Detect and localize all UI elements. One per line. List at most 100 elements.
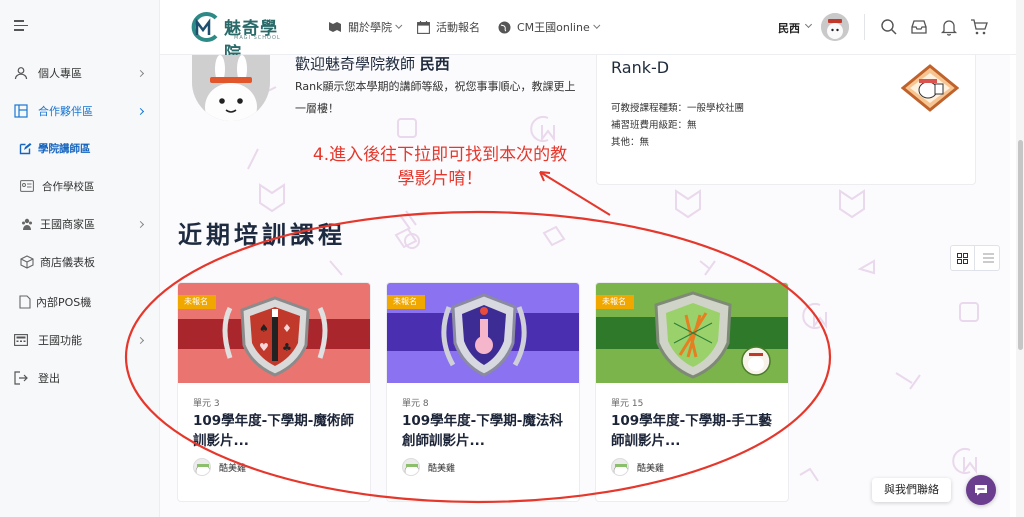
rank-course-types: 可教授課程種類：一般學校社團: [611, 103, 745, 114]
author-name: 酷美雞: [637, 463, 665, 474]
sidebar-item-label: 王國商家區: [40, 218, 95, 231]
grid-view-icon[interactable]: [951, 246, 975, 270]
search-icon[interactable]: [880, 18, 898, 36]
course-author: 酷美雞: [193, 458, 246, 476]
rank-tuition-range: 補習班費用級距：無: [611, 120, 697, 131]
sidebar-item-dashboard[interactable]: 商店儀表板: [0, 247, 159, 277]
people-icon: [20, 217, 34, 231]
author-name: 酷美雞: [428, 463, 456, 474]
course-unit: 單元 8: [402, 399, 429, 409]
sidebar-item-partners[interactable]: 合作夥伴區: [0, 96, 159, 126]
user-icon: [14, 66, 28, 80]
course-card[interactable]: 未報名 單元 15 109學年度-下學期-手工藝師訓影片... 酷美雞: [595, 282, 789, 502]
header-divider: [864, 14, 865, 40]
sidebar-item-label: 王國功能: [38, 334, 82, 347]
section-title: 近期培訓課程: [178, 221, 346, 249]
rank-badge-icon: [901, 64, 959, 112]
svg-text:♥: ♥: [259, 341, 269, 354]
course-card[interactable]: ♠ ♦ ♥ ♣ 未報名 單元 3 109學年度-下學期-魔術師訓影片... 酷美…: [177, 282, 371, 502]
svg-text:♠: ♠: [259, 322, 269, 335]
user-name[interactable]: 民西: [778, 20, 800, 36]
box-icon: [20, 255, 34, 269]
status-badge: 未報名: [387, 295, 425, 309]
chevron-right-icon: [136, 69, 145, 77]
course-unit: 單元 15: [611, 399, 644, 409]
nav-about[interactable]: 關於學院: [328, 19, 403, 35]
chevron-right-icon: [136, 336, 145, 344]
calendar-icon: [417, 20, 430, 34]
sidebar-item-instructors[interactable]: 學院講師區: [0, 133, 159, 163]
status-badge: 未報名: [596, 295, 634, 309]
cart-icon[interactable]: [970, 18, 988, 36]
sidebar-item-personal[interactable]: 個人專區: [0, 58, 159, 88]
course-card[interactable]: 未報名 單元 8 109學年度-下學期-魔法科創師訓影片... 酷美雞: [386, 282, 580, 502]
course-title[interactable]: 109學年度-下學期-魔法科創師訓影片...: [402, 411, 572, 451]
sidebar-item-label: 合作學校區: [42, 180, 95, 193]
avatar[interactable]: [821, 13, 849, 41]
sidebar-item-merchants[interactable]: 王國商家區: [0, 209, 159, 239]
course-author: 酷美雞: [611, 458, 664, 476]
course-author: 酷美雞: [402, 458, 455, 476]
bell-icon[interactable]: [940, 18, 958, 36]
author-avatar: [193, 458, 211, 476]
welcome-title: 歡迎魅奇學院教師 民西: [295, 55, 450, 74]
calculator-icon: [14, 333, 28, 347]
sidebar-item-logout[interactable]: 登出: [0, 363, 159, 393]
welcome-message: Rank顯示您本學期的講師等級，祝您事事順心，教課更上一層樓！: [295, 80, 576, 115]
brand-subtitle: MAGI SCHOOL: [234, 35, 281, 41]
chevron-down-icon: [592, 21, 601, 29]
logo[interactable]: 魅奇學院 MAGI SCHOOL: [188, 8, 293, 64]
view-toggle: [950, 245, 1000, 271]
main-content: 歡迎魅奇學院教師 民西 Rank顯示您本學期的講師等級，祝您事事順心，教課更上一…: [160, 55, 1010, 517]
sidebar-item-label: 學院講師區: [38, 142, 91, 155]
logout-icon: [14, 371, 28, 385]
welcome-title-prefix: 歡迎魅奇學院教師: [295, 55, 416, 73]
rank-card: Rank-D 可教授課程種類：一般學校社團 補習班費用級距：無 其他：無: [596, 55, 976, 185]
sidebar-item-label: 合作夥伴區: [38, 105, 93, 118]
nav-events[interactable]: 活動報名: [417, 19, 480, 35]
logo-mark-icon: [191, 12, 218, 42]
author-avatar: [402, 458, 420, 476]
edit-icon: [18, 141, 32, 155]
chat-icon: [975, 485, 987, 496]
author-avatar: [611, 458, 629, 476]
rank-other: 其他：無: [611, 137, 650, 148]
top-header: 魅奇學院 MAGI SCHOOL 關於學院 活動報名 CM王國online 民西: [160, 0, 1024, 64]
rank-level: Rank-D: [611, 58, 670, 77]
sidebar-item-schools[interactable]: 合作學校區: [0, 171, 159, 201]
chevron-down-icon[interactable]: [804, 20, 813, 29]
menu-toggle-icon[interactable]: [14, 20, 28, 31]
author-name: 酷美雞: [219, 463, 247, 474]
course-unit: 單元 3: [193, 399, 220, 409]
annotation-text: 4.進入後往下拉即可找到本次的教學影片唷！: [312, 145, 568, 189]
scrollbar-thumb[interactable]: [1018, 140, 1023, 350]
sidebar-item-label: 商店儀表板: [40, 256, 95, 269]
sidebar-item-label: 內部POS機: [36, 296, 92, 309]
chat-button[interactable]: [966, 475, 996, 505]
contact-us-label[interactable]: 與我們聯絡: [872, 478, 951, 502]
welcome-title-name: 民西: [419, 55, 450, 73]
nav-cm-online[interactable]: CM王國online: [498, 19, 601, 35]
chevron-down-icon: [395, 21, 403, 29]
course-title[interactable]: 109學年度-下學期-手工藝師訓影片...: [611, 411, 781, 451]
sidebar-item-label: 個人專區: [38, 67, 82, 80]
status-badge: 未報名: [178, 295, 216, 309]
nav-label: 關於學院: [348, 21, 392, 34]
globe-icon: [498, 21, 511, 34]
layout-icon: [14, 104, 28, 118]
nav-label: CM王國online: [517, 21, 590, 34]
sidebar-item-label: 登出: [38, 372, 60, 385]
book-icon: [328, 21, 342, 33]
sidebar-item-kingdom-functions[interactable]: 王國功能: [0, 325, 159, 355]
document-icon: [18, 295, 32, 309]
chevron-right-icon: [136, 107, 145, 115]
chevron-right-icon: [136, 220, 145, 228]
sidebar: 個人專區 合作夥伴區 學院講師區 合作學校區 王國商家區 商店儀表板 內部POS…: [0, 0, 160, 517]
svg-text:♣: ♣: [282, 341, 292, 354]
inbox-icon[interactable]: [910, 18, 928, 36]
nav-label: 活動報名: [436, 21, 480, 34]
course-title[interactable]: 109學年度-下學期-魔術師訓影片...: [193, 411, 363, 451]
sidebar-item-pos[interactable]: 內部POS機: [0, 287, 159, 317]
list-view-icon[interactable]: [976, 246, 1000, 270]
svg-text:♦: ♦: [282, 322, 292, 335]
